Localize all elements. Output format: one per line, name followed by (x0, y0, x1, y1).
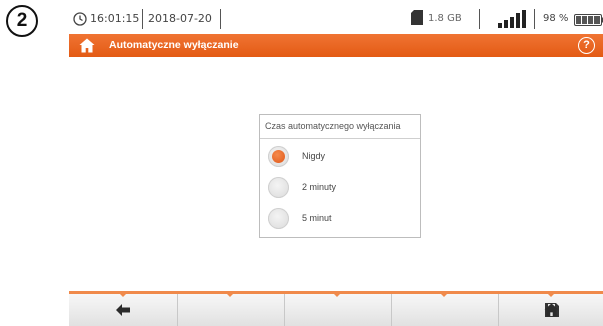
option-label: 2 minuty (302, 182, 337, 192)
radio-button[interactable] (268, 208, 289, 229)
status-date: 2018-07-20 (148, 12, 212, 25)
clock-icon (73, 12, 87, 26)
sd-card-icon (411, 10, 423, 25)
battery-percent: 98 % (543, 13, 569, 24)
signal-icon (498, 10, 526, 28)
help-icon[interactable]: ? (578, 37, 595, 54)
toolbar-empty-button-3[interactable] (392, 294, 499, 326)
back-arrow-icon (116, 304, 130, 316)
home-icon (544, 303, 559, 317)
status-bar: 16:01:15 2018-07-20 1.8 GB 98 % (66, 8, 603, 30)
home-button[interactable] (500, 294, 603, 326)
dialog-title: Czas automatycznego wyłączania (260, 115, 420, 139)
home-icon[interactable] (79, 38, 95, 53)
storage-free: 1.8 GB (428, 13, 462, 24)
auto-off-dialog: Czas automatycznego wyłączania Nigdy 2 m… (259, 114, 421, 238)
toolbar-empty-button-2[interactable] (285, 294, 392, 326)
back-button[interactable] (69, 294, 178, 326)
battery-icon (574, 14, 603, 26)
radio-button[interactable] (268, 177, 289, 198)
option-label: 5 minut (302, 213, 332, 223)
step-marker: 2 (6, 5, 38, 37)
page-title: Automatyczne wyłączanie (109, 39, 239, 51)
radio-button-selected[interactable] (268, 146, 289, 167)
option-2-minutes[interactable]: 2 minuty (268, 177, 408, 199)
option-5-minutes[interactable]: 5 minut (268, 208, 408, 230)
title-bar: Automatyczne wyłączanie ? (69, 34, 603, 57)
option-label: Nigdy (302, 151, 326, 161)
status-time: 16:01:15 (90, 12, 140, 25)
option-never[interactable]: Nigdy (268, 146, 408, 168)
toolbar-empty-button-1[interactable] (178, 294, 285, 326)
